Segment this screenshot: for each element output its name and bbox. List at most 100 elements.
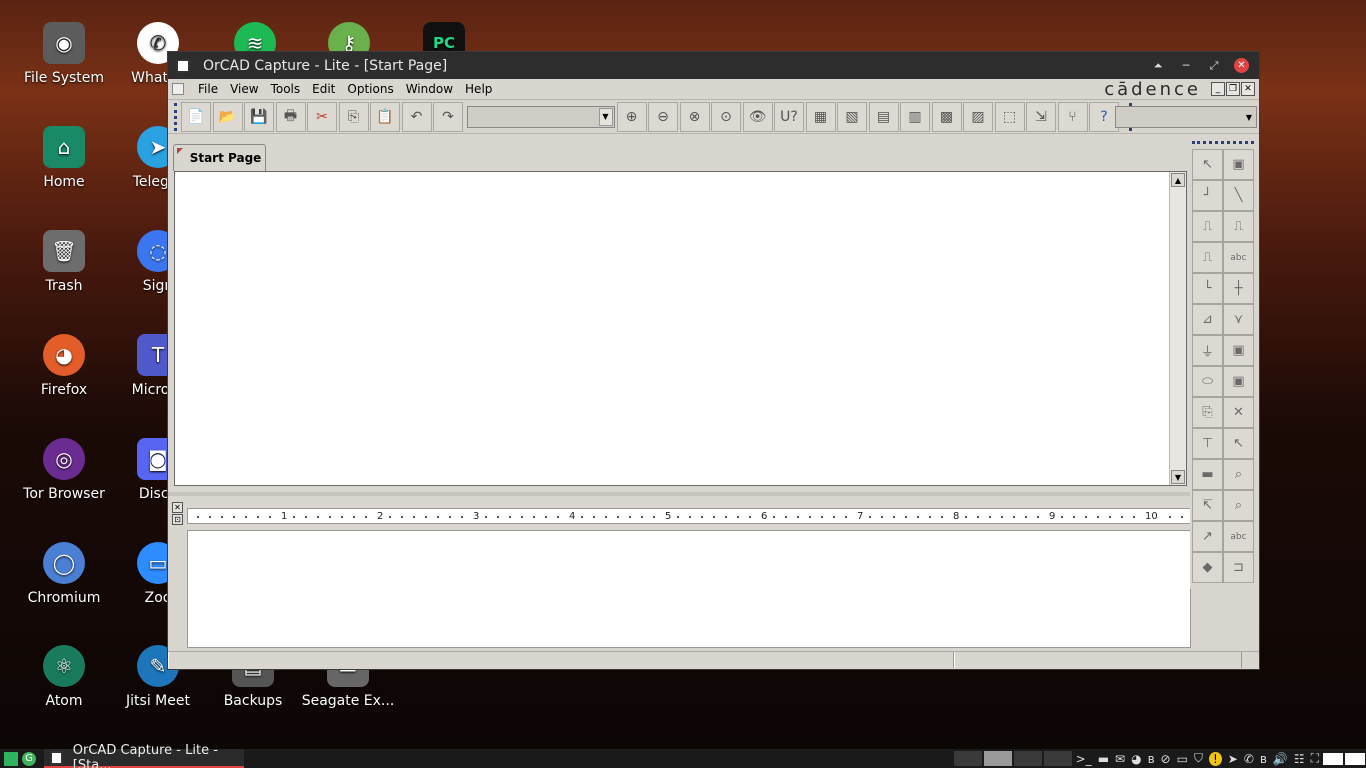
desktop-icon-atom[interactable]: ⚛ Atom	[16, 645, 112, 709]
chevron-down-icon[interactable]: ▼	[1243, 108, 1255, 126]
palette-tool-22-button[interactable]: ↸	[1192, 490, 1223, 521]
palette-tool-10-button[interactable]: ⊿	[1192, 304, 1223, 335]
scope-combo[interactable]: ▼	[1115, 106, 1257, 128]
telegram-tray-icon[interactable]: ➤	[1228, 752, 1238, 766]
palette-tool-1-button[interactable]: ▣	[1223, 149, 1254, 180]
palette-tool-11-button[interactable]: ⋎	[1223, 304, 1254, 335]
menu-file[interactable]: File	[192, 82, 224, 96]
menu-edit[interactable]: Edit	[306, 82, 341, 96]
minimize-button[interactable]: ─	[1172, 59, 1200, 72]
workspace-1[interactable]	[953, 751, 982, 766]
bluetooth-2-icon[interactable]: ʙ	[1260, 752, 1267, 766]
palette-tool-14-button[interactable]: ⬭	[1192, 366, 1223, 397]
start-menu-icon[interactable]	[4, 751, 18, 766]
firefox-tray-icon[interactable]: ◕	[1131, 752, 1141, 766]
cut-button[interactable]: ✂	[307, 101, 337, 132]
whatsapp-tray-icon[interactable]: ✆	[1244, 752, 1254, 766]
palette-tool-21-button[interactable]: ⌕	[1223, 459, 1254, 490]
palette-tool-2-button[interactable]: ┘	[1192, 180, 1223, 211]
palette-tool-9-button[interactable]: ┼	[1223, 273, 1254, 304]
session-float-icon[interactable]: ⊡	[172, 514, 183, 525]
zoom-all-button[interactable]: ⊙	[711, 101, 741, 132]
palette-tool-12-button[interactable]: ⏚	[1192, 335, 1223, 366]
workspace-3[interactable]	[1013, 751, 1042, 766]
palette-tool-0-button[interactable]: ↖	[1192, 149, 1223, 180]
desktop-icon-file-system[interactable]: ◉ File System	[16, 22, 112, 86]
palette-grip[interactable]	[1192, 141, 1254, 145]
show-desktop-w1[interactable]	[1323, 752, 1343, 765]
tab-start-page[interactable]: Start Page	[173, 144, 266, 171]
copy-button[interactable]: ⎘	[338, 101, 369, 132]
eye-button[interactable]: 👁	[742, 101, 773, 132]
session-close-icon[interactable]: ✕	[172, 502, 183, 513]
save-button[interactable]: 💾	[244, 101, 274, 132]
menu-window[interactable]: Window	[400, 82, 459, 96]
menu-help[interactable]: Help	[459, 82, 498, 96]
volume-icon[interactable]: 🔊	[1273, 752, 1288, 766]
scroll-down-icon[interactable]: ▼	[1171, 470, 1185, 484]
vertical-scrollbar[interactable]: ▲ ▼	[1169, 172, 1186, 485]
redo-button[interactable]: ↷	[433, 101, 463, 132]
toolbar-grip[interactable]	[174, 102, 177, 131]
palette-tool-13-button[interactable]: ▣	[1223, 335, 1254, 366]
back-annotate-button[interactable]: ▧	[837, 101, 867, 132]
project-button[interactable]: ⬚	[994, 101, 1025, 132]
mdi-restore-button[interactable]: ❐	[1226, 82, 1240, 96]
close-button[interactable]: ✕	[1234, 58, 1249, 73]
zoom-in-button[interactable]: ⊕	[616, 101, 647, 132]
palette-tool-8-button[interactable]: └	[1192, 273, 1223, 304]
tree-button[interactable]: ⑂	[1057, 101, 1088, 132]
desktop-icon-tor-browser[interactable]: ◎ Tor Browser	[16, 438, 112, 502]
help-u-button[interactable]: U?	[774, 101, 804, 132]
new-button[interactable]: 📄	[181, 101, 211, 132]
palette-tool-5-button[interactable]: ⎍	[1223, 211, 1254, 242]
palette-tool-17-button[interactable]: ✕	[1223, 397, 1254, 428]
fullscreen-icon[interactable]: ⛶	[1311, 751, 1319, 766]
terminal-icon[interactable]: >_	[1076, 752, 1092, 766]
palette-tool-23-button[interactable]: ⌕	[1223, 490, 1254, 521]
palette-tool-15-button[interactable]: ▣	[1223, 366, 1254, 397]
desktop-icon-trash[interactable]: 🗑 Trash	[16, 230, 112, 294]
palette-tool-19-button[interactable]: ↖	[1223, 428, 1254, 459]
desktop-icon-chromium[interactable]: ◯ Chromium	[16, 542, 112, 606]
desktop-icon-firefox[interactable]: ◕ Firefox	[16, 334, 112, 398]
pane-splitter[interactable]	[168, 492, 1190, 496]
files-icon[interactable]: ▬	[1098, 752, 1109, 766]
mdi-minimize-button[interactable]: _	[1211, 82, 1225, 96]
part-search-combo[interactable]: ▼	[466, 105, 615, 128]
mdi-system-menu-icon[interactable]	[172, 83, 184, 95]
palette-tool-3-button[interactable]: ╲	[1223, 180, 1254, 211]
crossref-button[interactable]: ▩	[931, 101, 962, 132]
palette-tool-6-button[interactable]: ⎍	[1192, 242, 1223, 273]
palette-tool-7-button[interactable]: abc	[1223, 242, 1254, 273]
zoom-out-button[interactable]: ⊖	[648, 101, 678, 132]
bom-button[interactable]: ▨	[963, 101, 993, 132]
undo-button[interactable]: ↶	[401, 101, 432, 132]
workspace-4[interactable]	[1043, 751, 1072, 766]
browse-button[interactable]: ⇲	[1026, 101, 1056, 132]
palette-tool-18-button[interactable]: ⊤	[1192, 428, 1223, 459]
palette-tool-24-button[interactable]: ↗	[1192, 521, 1223, 552]
menu-options[interactable]: Options	[341, 82, 399, 96]
grammarly-icon[interactable]: G	[22, 751, 36, 766]
desktop-icon-home[interactable]: ⌂ Home	[16, 126, 112, 190]
palette-tool-4-button[interactable]: ⎍	[1192, 211, 1223, 242]
network-icon[interactable]: ☷	[1294, 752, 1305, 766]
palette-tool-25-button[interactable]: abc	[1223, 521, 1254, 552]
blocked-icon[interactable]: ⊘	[1161, 752, 1171, 766]
open-button[interactable]: 📂	[212, 101, 243, 132]
keep-above-button[interactable]: ⏶	[1144, 59, 1172, 73]
warning-icon[interactable]: !	[1208, 751, 1222, 766]
palette-tool-16-button[interactable]: ⎘	[1192, 397, 1223, 428]
chevron-down-icon[interactable]: ▼	[598, 107, 613, 126]
show-desktop-w2[interactable]	[1345, 752, 1365, 765]
taskbar-task-orcad[interactable]: OrCAD Capture - Lite - [Sta...	[44, 743, 244, 768]
shield-icon[interactable]: ⛉	[1194, 751, 1203, 766]
scroll-up-icon[interactable]: ▲	[1171, 173, 1185, 187]
print-button[interactable]: 🖶	[275, 101, 306, 132]
menu-view[interactable]: View	[224, 82, 264, 96]
bluetooth-icon[interactable]: ʙ	[1148, 752, 1155, 766]
zoom-area-button[interactable]: ⊗	[679, 101, 710, 132]
annotate-button[interactable]: ▦	[805, 101, 836, 132]
mail-icon[interactable]: ✉	[1115, 752, 1125, 766]
